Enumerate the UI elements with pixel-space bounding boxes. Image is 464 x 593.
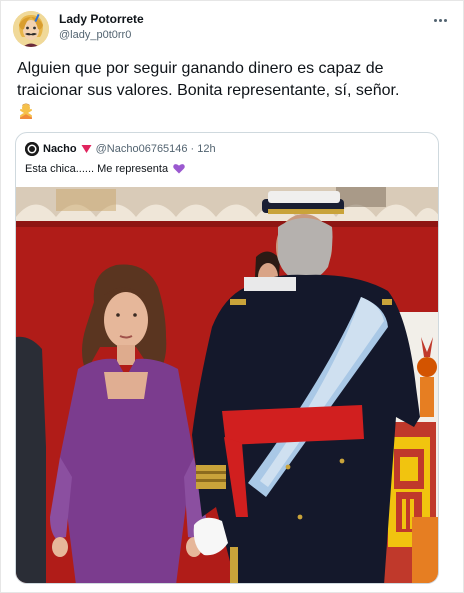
quote-author-name[interactable]: Nacho [43, 142, 77, 156]
tweet-body-text: Alguien que por seguir ganando dinero es… [17, 60, 400, 99]
avatar-illustration-icon [13, 11, 49, 47]
author-handle[interactable]: @lady_p0t0rr0 [59, 28, 144, 42]
quote-timestamp[interactable]: 12h [197, 142, 215, 156]
person-gesturing-no-emoji-icon [20, 103, 32, 119]
quoted-tweet[interactable]: Nacho @Nacho06765146 · 12h Esta chica...… [15, 132, 439, 584]
quote-author-handle[interactable]: @Nacho06765146 [96, 142, 188, 156]
more-options-icon[interactable] [431, 11, 449, 29]
author-info: Lady Potorrete @lady_p0t0rr0 [59, 12, 144, 42]
tweet-card[interactable]: Lady Potorrete @lady_p0t0rr0 Alguien que… [0, 0, 464, 593]
quote-photo[interactable] [16, 187, 438, 583]
quote-author-avatar[interactable] [25, 142, 39, 156]
photo-scene-icon [16, 187, 438, 583]
quote-header: Nacho @Nacho06765146 · 12h [25, 142, 216, 156]
author-display-name[interactable]: Lady Potorrete [59, 12, 144, 26]
author-avatar[interactable] [13, 11, 49, 47]
quote-avatar-image-icon [25, 142, 39, 156]
quote-separator: · [190, 143, 195, 155]
quote-body-text: Esta chica...... Me representa [25, 163, 169, 175]
tweet-text-block: Alguien que por seguir ganando dinero es… [17, 58, 447, 124]
quote-text-block: Esta chica...... Me representa [25, 162, 185, 176]
heart-icon [81, 145, 92, 153]
purple-heart-emoji-icon [173, 164, 185, 174]
